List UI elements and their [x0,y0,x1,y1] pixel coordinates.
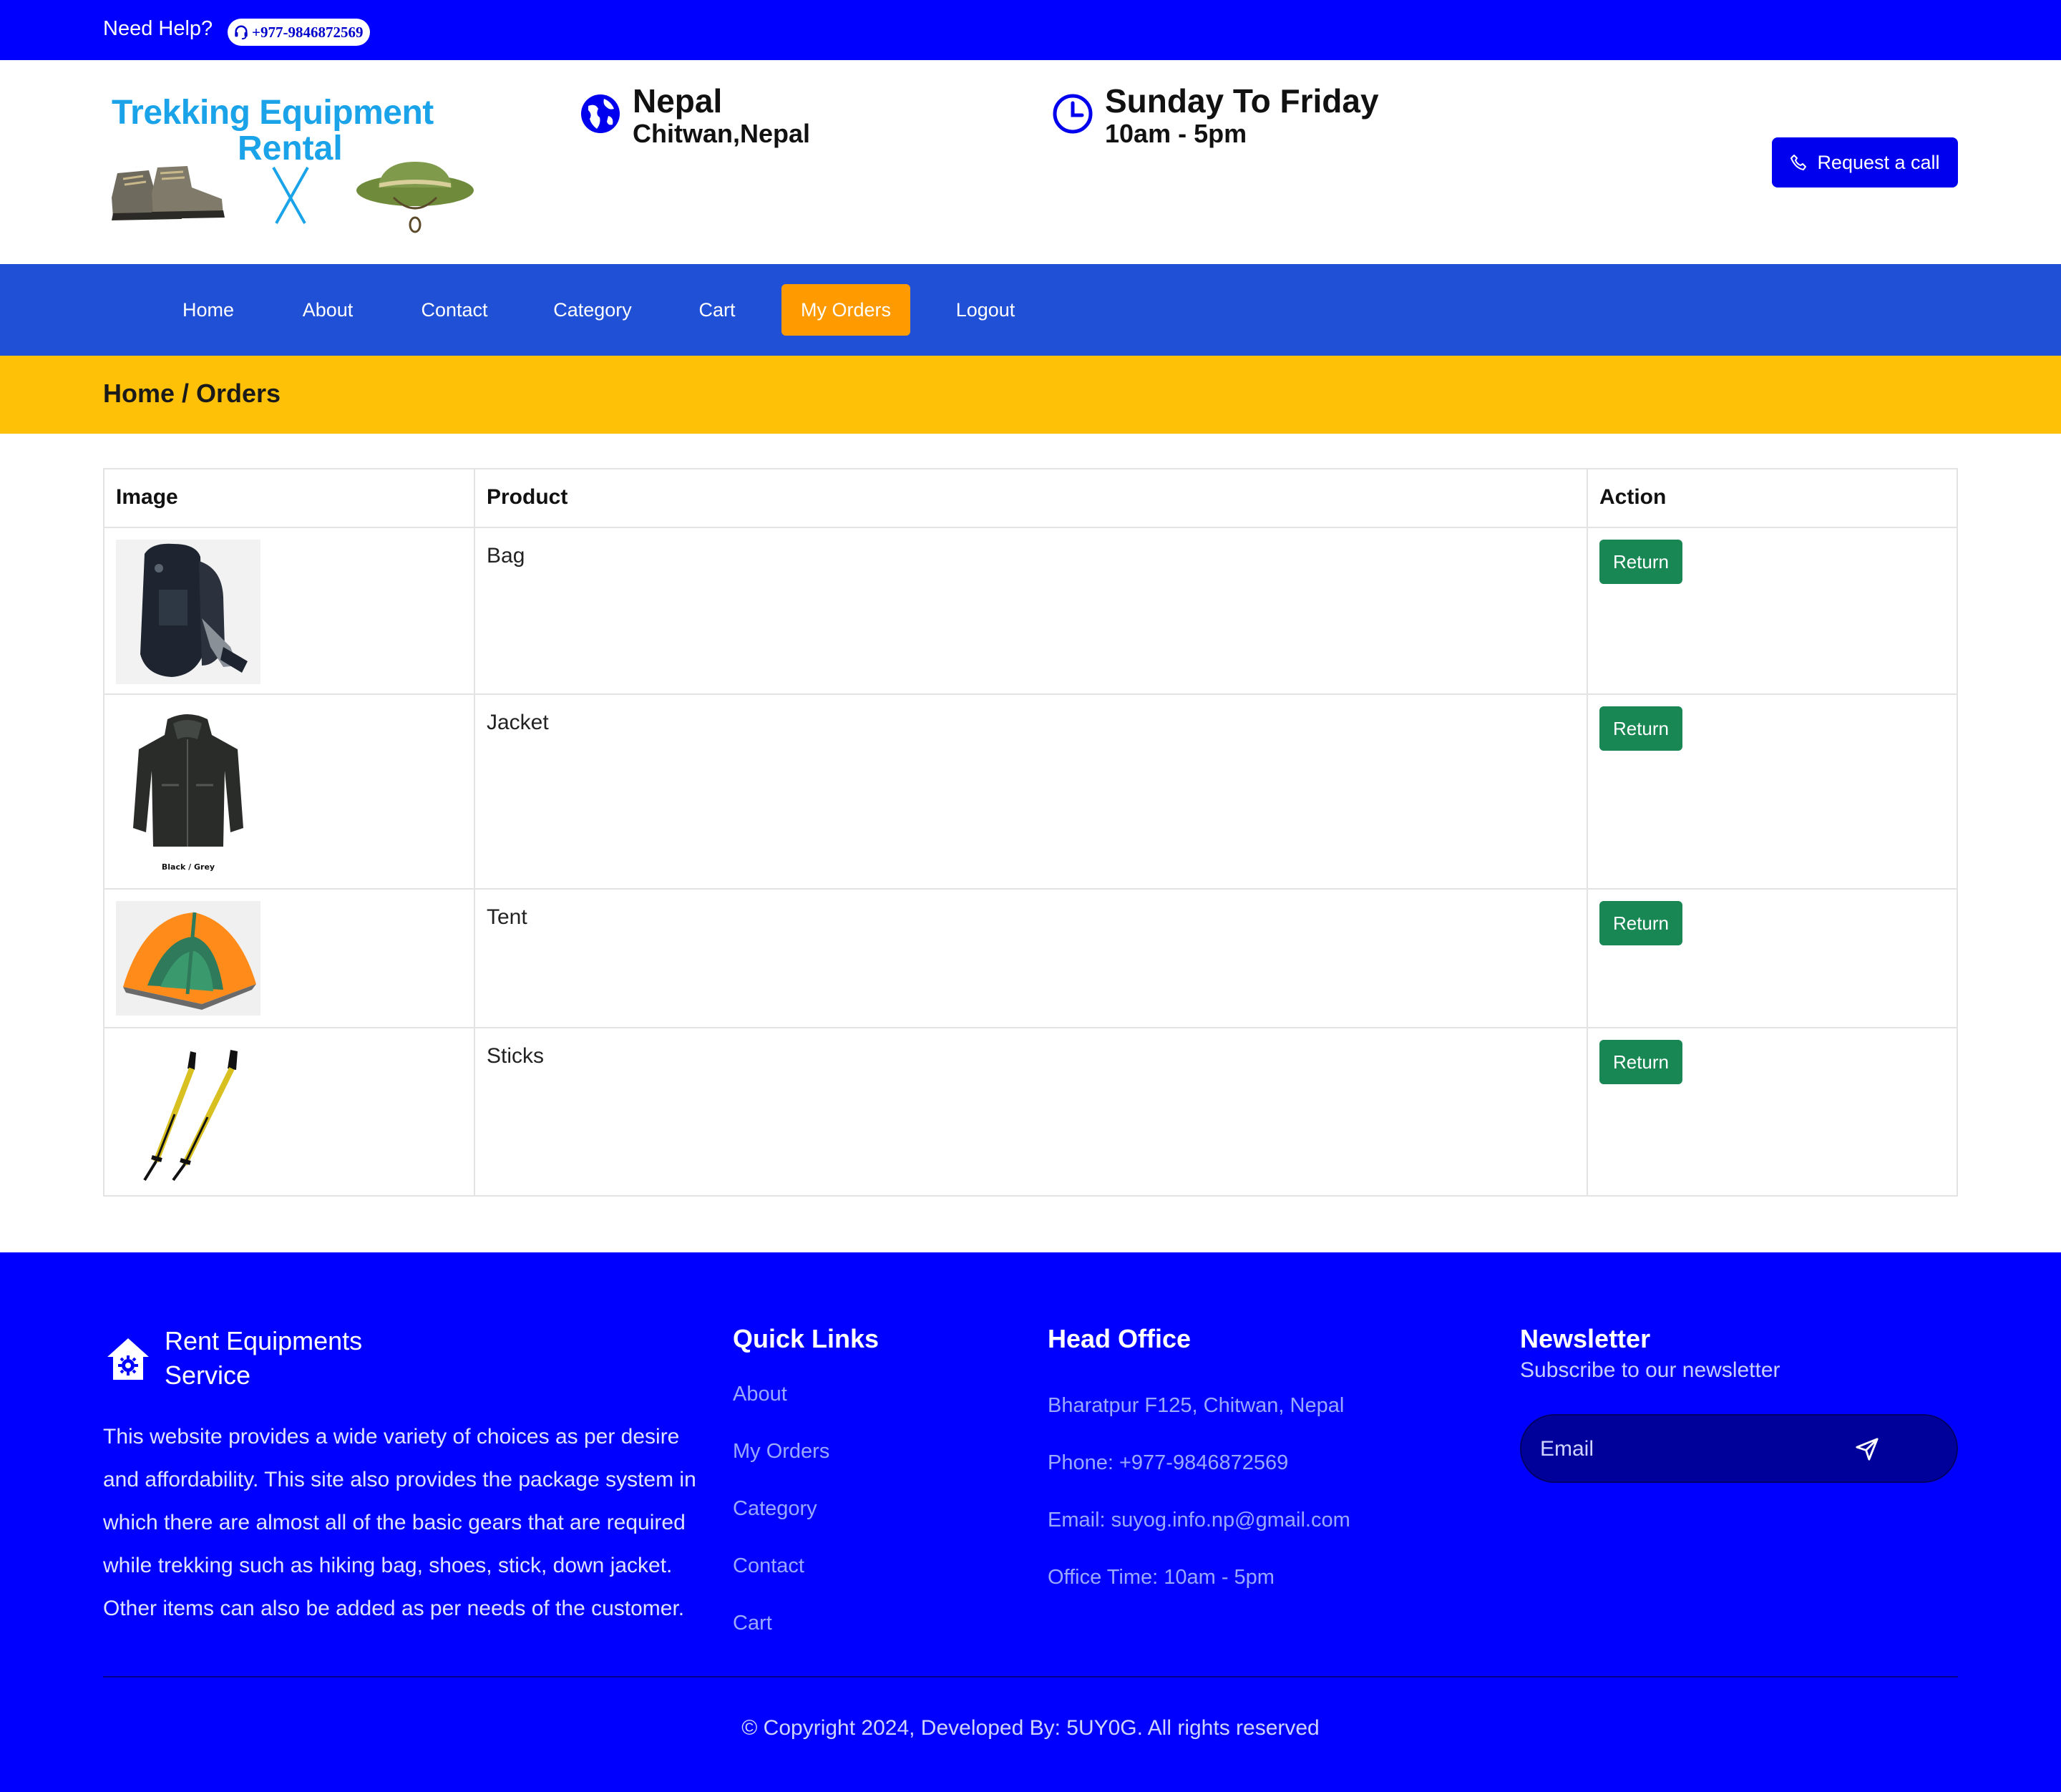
newsletter-email-field[interactable]: Email [1520,1414,1958,1483]
location-subtitle: Chitwan,Nepal [633,119,811,148]
send-icon[interactable] [1855,1437,1879,1461]
need-help-text: Need Help? [103,17,213,40]
footer-brand-line1: Rent Equipments [165,1326,363,1355]
copyright-text: © Copyright 2024, Developed By: 5UY0G. A… [741,1716,1320,1740]
nav-home[interactable]: Home [169,284,248,336]
breadcrumb-bar: Home / Orders [0,356,2061,434]
product-name: Sticks [475,1028,1588,1195]
footer-brand: Rent Equipments Service [165,1324,362,1393]
clock-icon [1053,94,1093,134]
product-name: Jacket [475,695,1588,888]
phone-icon [1790,155,1807,170]
location-title: Nepal [633,82,723,120]
footer-link-my-orders[interactable]: My Orders [733,1440,829,1464]
jacket-caption: Black / Grey [162,862,215,872]
return-button[interactable]: Return [1599,706,1682,751]
request-call-label: Request a call [1817,151,1940,173]
site-footer: Rent Equipments Service This website pro… [0,1252,2061,1792]
header-product: Product [475,469,1588,527]
quick-links-title: Quick Links [733,1324,880,1353]
head-office-title: Head Office [1048,1324,1192,1353]
table-row: Tent Return [104,890,1957,1028]
table-row: Bag Return [104,528,1957,695]
return-button[interactable]: Return [1599,1040,1682,1084]
newsletter-subtitle: Subscribe to our newsletter [1520,1358,1780,1382]
nav-my-orders[interactable]: My Orders [781,284,910,336]
main-nav: Home About Contact Category Cart My Orde… [0,264,2061,356]
footer-link-about[interactable]: About [733,1383,787,1406]
trekking-gear-illustration [112,162,474,233]
site-logo[interactable]: Trekking Equipment Rental [107,93,482,236]
nav-about[interactable]: About [289,284,366,336]
hours-title: Sunday To Friday [1105,82,1379,120]
office-phone: Phone: +977-9846872569 [1048,1451,1289,1474]
product-image-sticks [116,1040,260,1183]
nav-cart[interactable]: Cart [684,284,750,336]
product-name: Bag [475,528,1588,693]
return-button[interactable]: Return [1599,901,1682,945]
table-row: Sticks Return [104,1028,1957,1195]
office-email: Email: suyog.info.np@gmail.com [1048,1509,1350,1532]
footer-description: This website provides a wide variety of … [103,1425,696,1620]
globe-icon [581,94,620,133]
product-image-jacket: Black / Grey [116,706,260,878]
header-action: Action [1599,485,1667,509]
return-button[interactable]: Return [1599,540,1682,584]
table-header-row: Image Product Action [104,469,1957,528]
breadcrumb: Home / Orders [103,379,281,408]
office-address: Bharatpur F125, Chitwan, Nepal [1048,1394,1345,1417]
top-bar: Need Help? +977-9846872569 [0,0,2061,60]
orders-table: Image Product Action Bag Return Black / … [103,468,1958,1197]
product-image-tent [116,901,260,1016]
footer-divider [103,1676,1958,1677]
office-time: Office Time: 10am - 5pm [1048,1566,1275,1589]
nav-category[interactable]: Category [544,284,641,336]
newsletter-title: Newsletter [1520,1324,1651,1353]
product-name: Tent [475,890,1588,1027]
hours-subtitle: 10am - 5pm [1105,119,1247,148]
email-placeholder: Email [1540,1437,1594,1461]
footer-brand-line2: Service [165,1360,251,1390]
logo-text-line1: Trekking Equipment [112,94,434,132]
site-header: Trekking Equipment Rental Nepal Chitwan,… [0,60,2061,264]
footer-link-contact[interactable]: Contact [733,1554,804,1578]
home-gear-icon [107,1338,149,1380]
nav-logout[interactable]: Logout [943,284,1028,336]
table-row: Black / Grey Jacket Return [104,695,1957,890]
footer-link-category[interactable]: Category [733,1497,817,1521]
header-image: Image [104,469,475,527]
phone-number: +977-9846872569 [252,23,364,41]
nav-contact[interactable]: Contact [408,284,501,336]
footer-link-cart[interactable]: Cart [733,1612,772,1635]
phone-badge[interactable]: +977-9846872569 [228,19,371,46]
request-call-button[interactable]: Request a call [1772,137,1958,188]
product-image-bag [116,540,260,684]
headset-icon [235,25,248,40]
